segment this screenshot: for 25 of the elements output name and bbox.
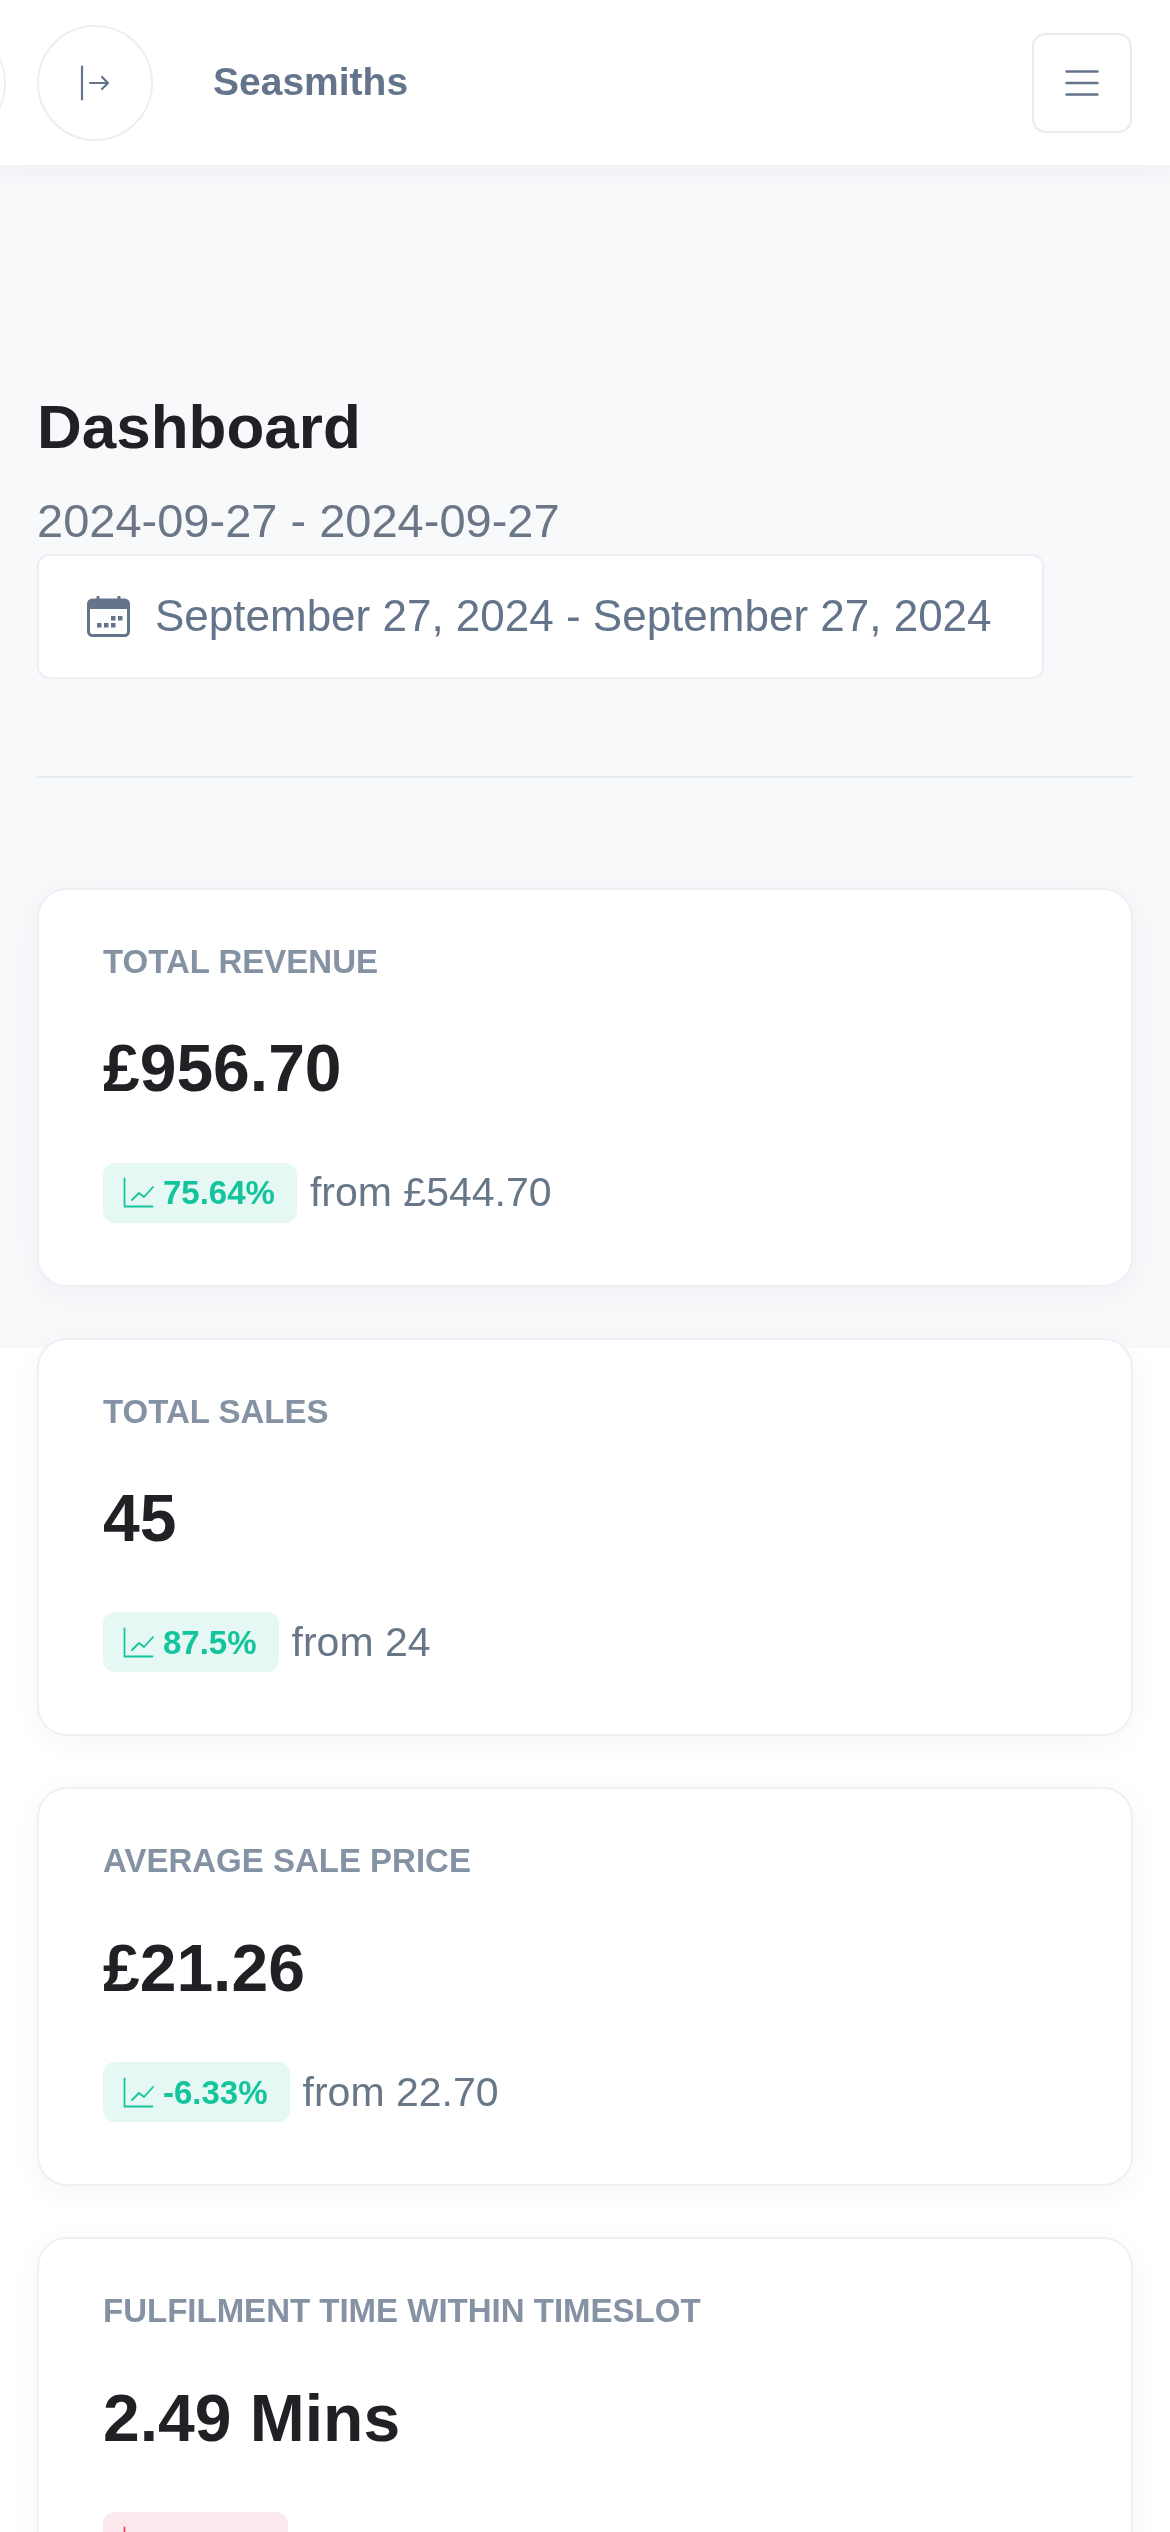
stat-value: £956.70	[103, 1030, 343, 1108]
menu-button[interactable]	[1032, 32, 1132, 133]
stat-label: FULFILMENT TIME WITHIN TIMESLOT	[103, 2291, 702, 2331]
comparison-text: from 24	[291, 1617, 431, 1667]
date-range-text: 2024-09-27 - 2024-09-27	[37, 493, 561, 550]
arrow-from-line-icon	[80, 64, 110, 101]
date-range-picker[interactable]: September 27, 2024 - September 27, 2024	[37, 553, 1044, 679]
comparison-text: from £544.70	[309, 1167, 552, 1217]
page-title: Dashboard	[37, 391, 362, 463]
change-percent: 87.5%	[163, 1625, 257, 1659]
brand-name: Seasmiths	[213, 59, 409, 106]
stat-value: 45	[103, 1480, 178, 1558]
chart-up-icon	[123, 2076, 154, 2108]
chart-up-icon	[123, 1177, 154, 1209]
chart-up-icon	[123, 1626, 154, 1658]
change-percent: -6.33%	[163, 2075, 268, 2109]
stat-label: TOTAL REVENUE	[103, 941, 380, 982]
stat-value: £21.26	[103, 1929, 306, 2007]
stat-label: TOTAL SALES	[103, 1391, 330, 1432]
stat-value: 2.49 Mins	[103, 2379, 402, 2457]
calendar-icon	[87, 595, 130, 637]
menu-icon	[1065, 69, 1099, 96]
change-percent: 75.64%	[163, 1176, 275, 1210]
stat-label: AVERAGE SALE PRICE	[103, 1841, 472, 1881]
comparison-text: from 22.70	[302, 2067, 499, 2117]
